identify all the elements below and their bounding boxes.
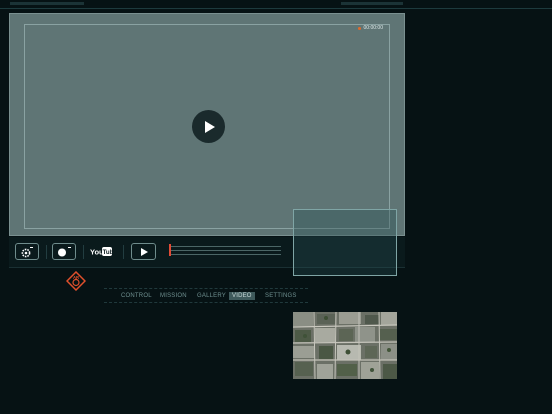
play-icon bbox=[204, 120, 215, 133]
separator bbox=[123, 245, 124, 259]
tab-control[interactable]: CONTROL bbox=[118, 292, 155, 300]
drone-badge-icon: AR bbox=[65, 270, 87, 292]
separator bbox=[46, 245, 47, 259]
record-icon bbox=[58, 246, 71, 256]
timeline-track bbox=[171, 250, 281, 251]
top-decor-right bbox=[341, 2, 403, 5]
logo-badge-text: AR bbox=[73, 275, 79, 280]
youtube-icon: You Tube bbox=[90, 247, 112, 257]
recording-indicator: 00:00:00 bbox=[357, 25, 383, 31]
top-decor-left bbox=[10, 2, 84, 5]
tab-video[interactable]: VIDEO bbox=[229, 292, 255, 300]
play-icon bbox=[140, 247, 148, 256]
tab-settings[interactable]: SETTINGS bbox=[262, 292, 300, 300]
camera-settings-button[interactable] bbox=[15, 243, 39, 260]
svg-text:Tube: Tube bbox=[103, 249, 112, 256]
gear-icon bbox=[21, 246, 33, 257]
drone-logo-icon[interactable]: AR bbox=[65, 270, 87, 292]
recording-time: 00:00:00 bbox=[363, 25, 383, 31]
video-play-button[interactable] bbox=[192, 110, 225, 143]
record-button[interactable] bbox=[52, 243, 76, 260]
main-navigation: CONTROL MISSION GALLERY VIDEO SETTINGS bbox=[104, 288, 308, 303]
top-divider bbox=[0, 8, 552, 9]
satellite-map[interactable] bbox=[293, 312, 397, 379]
timeline-track bbox=[171, 246, 281, 247]
play-button[interactable] bbox=[131, 243, 156, 260]
video-timeline-slider[interactable] bbox=[169, 242, 281, 260]
separator bbox=[83, 245, 84, 259]
youtube-upload-button[interactable]: You Tube bbox=[89, 243, 113, 260]
satellite-map-image bbox=[293, 312, 397, 379]
tab-mission[interactable]: MISSION bbox=[157, 292, 190, 300]
record-dot-icon bbox=[357, 26, 361, 30]
video-viewport[interactable]: 00:00:00 bbox=[9, 13, 405, 236]
tab-gallery[interactable]: GALLERY bbox=[194, 292, 229, 300]
timeline-cursor[interactable] bbox=[169, 244, 171, 256]
map-preview-frame[interactable] bbox=[293, 209, 397, 276]
timeline-track bbox=[171, 254, 281, 255]
